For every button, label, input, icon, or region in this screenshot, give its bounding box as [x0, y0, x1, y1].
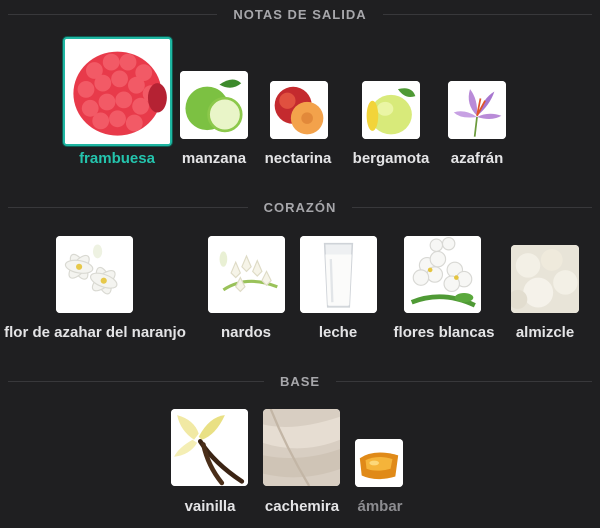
note-label[interactable]: manzana — [182, 150, 246, 167]
section-title-text: BASE — [279, 373, 321, 389]
section-title-heart: CORAZÓN — [0, 197, 600, 217]
note-label[interactable]: cachemira — [265, 498, 339, 515]
apple-icon — [180, 71, 248, 139]
note-thumb-tuberose[interactable] — [208, 236, 285, 313]
note-label[interactable]: flor de azahar del naranjo — [4, 324, 186, 341]
section-title-text: CORAZÓN — [263, 199, 337, 215]
section-title-base: BASE — [0, 371, 600, 391]
vanilla-icon — [171, 409, 248, 486]
note-thumb-amber[interactable] — [355, 439, 403, 487]
note-label[interactable]: leche — [319, 324, 357, 341]
divider — [352, 206, 592, 208]
note-thumb-bergamot[interactable] — [362, 81, 420, 139]
note-thumb-raspberry[interactable] — [63, 37, 172, 146]
divider — [382, 13, 592, 15]
nectarine-icon — [270, 81, 328, 139]
note-thumb-musk[interactable] — [511, 245, 579, 313]
note-label[interactable]: nectarina — [265, 150, 332, 167]
musk-icon — [511, 245, 579, 313]
divider — [8, 380, 264, 382]
note-thumb-milk[interactable] — [300, 236, 377, 313]
note-thumb-vanilla[interactable] — [171, 409, 248, 486]
bergamot-icon — [362, 81, 420, 139]
note-label[interactable]: nardos — [221, 324, 271, 341]
divider — [8, 13, 218, 15]
raspberry-icon — [65, 39, 170, 144]
note-label[interactable]: frambuesa — [79, 150, 155, 167]
tuberose-icon — [208, 236, 285, 313]
divider — [336, 380, 592, 382]
divider — [8, 206, 248, 208]
note-label[interactable]: azafrán — [451, 150, 504, 167]
note-thumb-saffron[interactable] — [448, 81, 506, 139]
white-flowers-icon — [404, 236, 481, 313]
milk-icon — [300, 236, 377, 313]
note-thumb-orange-blossom[interactable] — [56, 236, 133, 313]
note-thumb-white-flowers[interactable] — [404, 236, 481, 313]
note-thumb-apple[interactable] — [180, 71, 248, 139]
section-title-text: NOTAS DE SALIDA — [233, 6, 367, 22]
amber-icon — [355, 439, 403, 487]
note-label[interactable]: vainilla — [185, 498, 236, 515]
note-label[interactable]: almizcle — [516, 324, 574, 341]
note-thumb-cashmere[interactable] — [263, 409, 340, 486]
cashmere-icon — [263, 409, 340, 486]
saffron-icon — [448, 81, 506, 139]
note-label[interactable]: bergamota — [353, 150, 430, 167]
note-thumb-nectarine[interactable] — [270, 81, 328, 139]
note-label[interactable]: flores blancas — [394, 324, 495, 341]
orange-blossom-icon — [56, 236, 133, 313]
note-label[interactable]: ámbar — [357, 498, 402, 515]
section-title-top: NOTAS DE SALIDA — [0, 4, 600, 24]
